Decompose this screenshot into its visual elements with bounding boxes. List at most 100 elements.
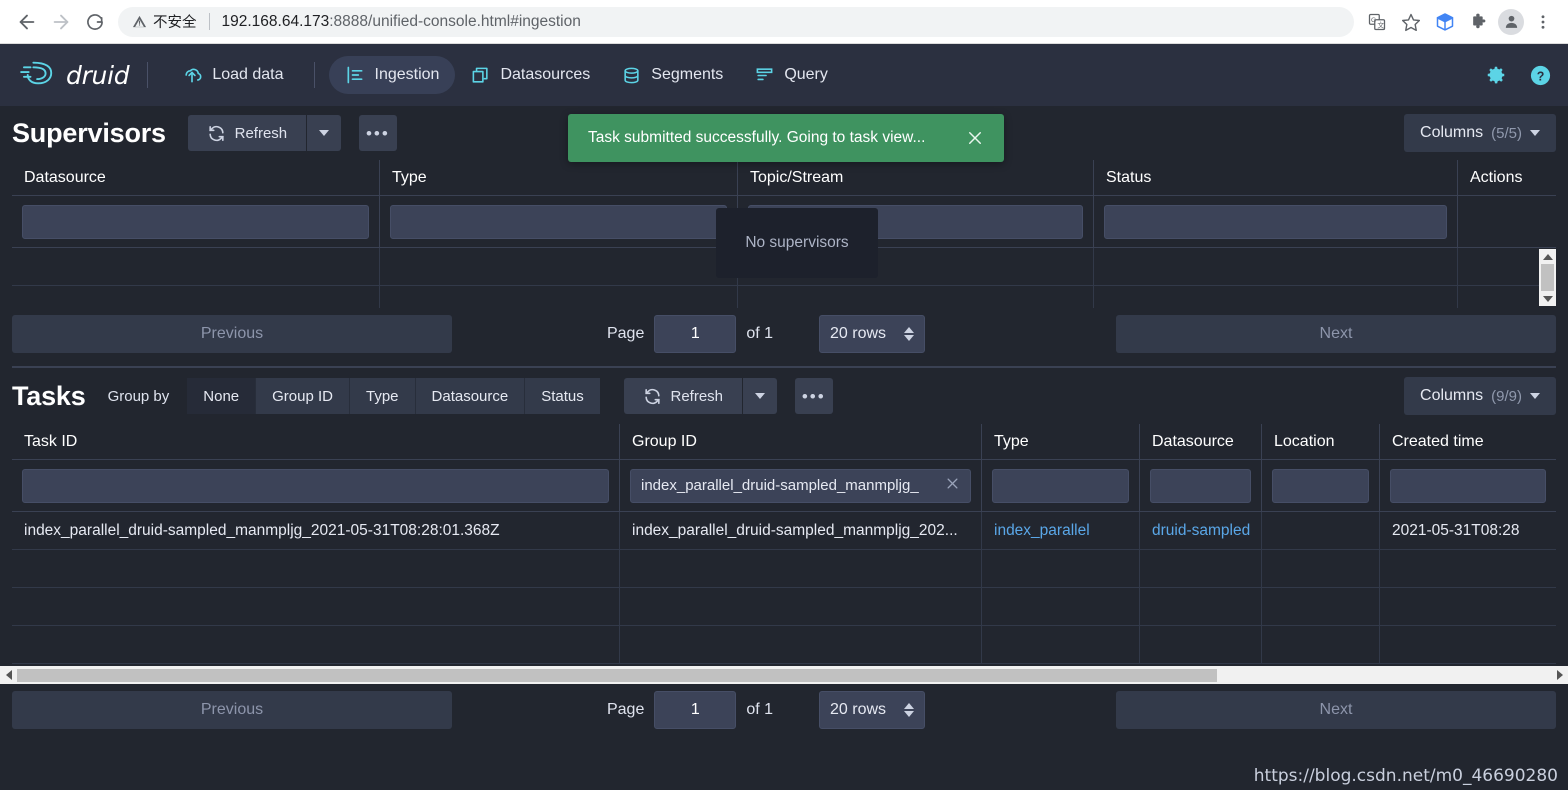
tasks-filter-location[interactable] <box>1272 468 1369 503</box>
task-id-cell: index_parallel_druid-sampled_manmpljg_20… <box>12 512 620 549</box>
tasks-previous-button[interactable]: Previous <box>12 691 452 729</box>
gear-icon[interactable] <box>1485 64 1507 86</box>
security-warning-text: 不安全 <box>153 15 197 31</box>
tasks-more-button[interactable]: ••• <box>794 378 833 414</box>
star-icon[interactable] <box>1396 7 1426 37</box>
supervisors-vertical-scrollbar[interactable] <box>1539 249 1556 306</box>
tasks-col-created-time[interactable]: Created time <box>1380 424 1556 459</box>
tasks-col-type[interactable]: Type <box>982 424 1140 459</box>
druid-logo-icon <box>20 57 58 94</box>
supervisors-refresh-button[interactable]: Refresh <box>187 115 306 151</box>
header-divider-1 <box>147 62 149 88</box>
nav-item-datasources[interactable]: Datasources <box>455 57 606 94</box>
supervisors-title: Supervisors <box>12 117 166 148</box>
back-button[interactable] <box>10 5 44 39</box>
stepper-icon <box>904 703 915 717</box>
supervisors-col-type[interactable]: Type <box>380 160 738 195</box>
tasks-filter-created-time[interactable] <box>1390 468 1546 503</box>
nav-item-segments[interactable]: Segments <box>606 57 739 94</box>
druid-logo[interactable]: druid <box>20 57 130 94</box>
tasks-refresh-caret[interactable] <box>742 378 777 414</box>
tasks-empty-cell <box>1262 588 1380 625</box>
collections-icon[interactable] <box>1430 7 1460 37</box>
tasks-empty-row-3 <box>12 626 1556 664</box>
tasks-col-task-id[interactable]: Task ID <box>12 424 620 459</box>
three-dot-menu-icon[interactable] <box>1528 7 1558 37</box>
tasks-next-button[interactable]: Next <box>1116 691 1556 729</box>
tasks-page-of: of 1 <box>746 701 774 718</box>
type-link[interactable]: index_parallel <box>994 522 1090 540</box>
scroll-right-arrow-icon[interactable] <box>1551 666 1568 684</box>
svg-text:?: ? <box>1537 69 1545 83</box>
ingestion-icon <box>345 65 365 85</box>
supervisors-empty-cell <box>12 248 380 285</box>
supervisors-col-status[interactable]: Status <box>1094 160 1458 195</box>
supervisors-refresh-group: Refresh <box>187 115 341 151</box>
group-by-datasource[interactable]: Datasource <box>415 378 526 414</box>
tasks-filter-task-id[interactable] <box>22 468 609 503</box>
tasks-filter-datasource[interactable] <box>1150 468 1251 503</box>
tasks-empty-cell <box>982 588 1140 625</box>
table-row[interactable]: index_parallel_druid-sampled_manmpljg_20… <box>12 512 1556 550</box>
supervisors-refresh-caret[interactable] <box>306 115 341 151</box>
reload-button[interactable] <box>78 5 112 39</box>
group-by-type[interactable]: Type <box>349 378 416 414</box>
tasks-col-datasource[interactable]: Datasource <box>1140 424 1262 459</box>
supervisors-empty-message: No supervisors <box>716 208 878 278</box>
close-icon[interactable] <box>939 476 960 495</box>
scroll-thumb[interactable] <box>1541 264 1554 291</box>
tasks-columns-button[interactable]: Columns (9/9) <box>1404 377 1556 415</box>
tasks-rows-select[interactable]: 20 rows <box>819 691 926 729</box>
supervisors-filter-status[interactable] <box>1104 204 1447 239</box>
supervisors-refresh-label: Refresh <box>234 124 288 142</box>
group-by-none[interactable]: None <box>187 378 257 414</box>
created-time-cell: 2021-05-31T08:28 <box>1392 521 1520 539</box>
datasource-link[interactable]: druid-sampled <box>1152 522 1250 540</box>
security-indicator[interactable]: 不安全 <box>132 11 197 32</box>
supervisors-filter-type[interactable] <box>390 204 727 239</box>
tasks-empty-cell <box>1140 550 1262 587</box>
supervisors-col-topic[interactable]: Topic/Stream <box>738 160 1094 195</box>
datasource-cell: druid-sampled <box>1140 512 1262 549</box>
supervisors-columns-button[interactable]: Columns (5/5) <box>1404 114 1556 152</box>
url-host: 192.168.64.173 <box>221 12 330 30</box>
watermark-text: https://blog.csdn.net/m0_46690280 <box>1253 766 1558 786</box>
group-by-group-id[interactable]: Group ID <box>256 378 350 414</box>
address-bar[interactable]: 不安全 192.168.64.173:8888/unified-console.… <box>118 6 1354 37</box>
hscroll-thumb[interactable] <box>17 668 1217 682</box>
translate-icon[interactable]: G文 <box>1362 7 1392 37</box>
tasks-filter-group-id[interactable]: index_parallel_druid-sampled_manmpljg_ <box>630 468 971 503</box>
location-cell <box>1262 512 1380 549</box>
tasks-filter-type[interactable] <box>992 468 1129 503</box>
supervisors-col-actions[interactable]: Actions <box>1458 160 1556 195</box>
supervisors-columns-count: (5/5) <box>1491 124 1522 142</box>
tasks-empty-cell <box>1140 626 1262 663</box>
supervisors-previous-button[interactable]: Previous <box>12 315 452 353</box>
upload-cloud-icon <box>182 65 202 85</box>
supervisors-filter-datasource[interactable] <box>22 204 369 239</box>
tasks-col-location[interactable]: Location <box>1262 424 1380 459</box>
scroll-up-arrow-icon[interactable] <box>1539 249 1556 264</box>
nav-item-load-data[interactable]: Load data <box>166 56 299 94</box>
tasks-horizontal-scrollbar[interactable] <box>0 666 1568 684</box>
supervisors-table: Datasource Type Topic/Stream Status Acti… <box>12 160 1556 308</box>
supervisors-col-datasource[interactable]: Datasource <box>12 160 380 195</box>
forward-button[interactable] <box>44 5 78 39</box>
tasks-refresh-button[interactable]: Refresh <box>623 378 742 414</box>
tasks-col-group-id[interactable]: Group ID <box>620 424 982 459</box>
supervisors-rows-select[interactable]: 20 rows <box>819 315 926 353</box>
nav-item-query[interactable]: Query <box>739 57 844 94</box>
header-actions: ? <box>1485 64 1552 87</box>
scroll-left-arrow-icon[interactable] <box>0 666 17 684</box>
profile-avatar[interactable] <box>1498 8 1524 35</box>
scroll-down-arrow-icon[interactable] <box>1539 291 1556 306</box>
tasks-page-input[interactable]: 1 <box>654 691 737 729</box>
group-by-status[interactable]: Status <box>525 378 600 414</box>
supervisors-more-button[interactable]: ••• <box>358 115 397 151</box>
puzzle-icon[interactable] <box>1464 7 1494 37</box>
close-icon[interactable] <box>962 125 988 151</box>
supervisors-page-input[interactable]: 1 <box>654 315 737 353</box>
nav-item-ingestion[interactable]: Ingestion <box>328 56 456 94</box>
help-icon[interactable]: ? <box>1529 64 1552 87</box>
supervisors-next-button[interactable]: Next <box>1116 315 1556 353</box>
